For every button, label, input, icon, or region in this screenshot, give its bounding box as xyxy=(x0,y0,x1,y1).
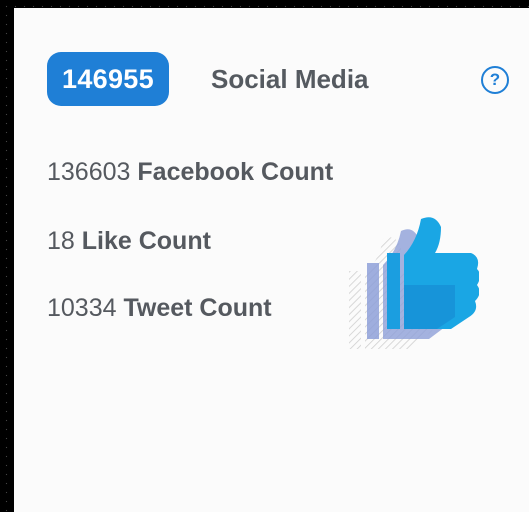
stat-label: Tweet Count xyxy=(123,294,272,322)
help-circle-icon[interactable]: ? xyxy=(481,66,509,94)
social-media-card: 146955 Social Media ? 136603 Facebook Co… xyxy=(14,8,529,512)
total-count-badge: 146955 xyxy=(47,52,169,106)
stat-value: 10334 xyxy=(47,294,117,322)
stat-label: Like Count xyxy=(81,227,211,255)
stat-facebook-count: 136603 Facebook Count xyxy=(47,158,333,187)
card-header: 146955 Social Media ? xyxy=(47,52,517,108)
thumbs-up-icon xyxy=(349,217,479,349)
stat-value: 136603 xyxy=(47,158,131,186)
stat-value: 18 xyxy=(47,227,75,255)
stat-tweet-count: 10334 Tweet Count xyxy=(47,294,272,323)
stat-label: Facebook Count xyxy=(137,158,334,186)
card-title: Social Media xyxy=(211,64,369,94)
stat-like-count: 18 Like Count xyxy=(47,227,211,256)
